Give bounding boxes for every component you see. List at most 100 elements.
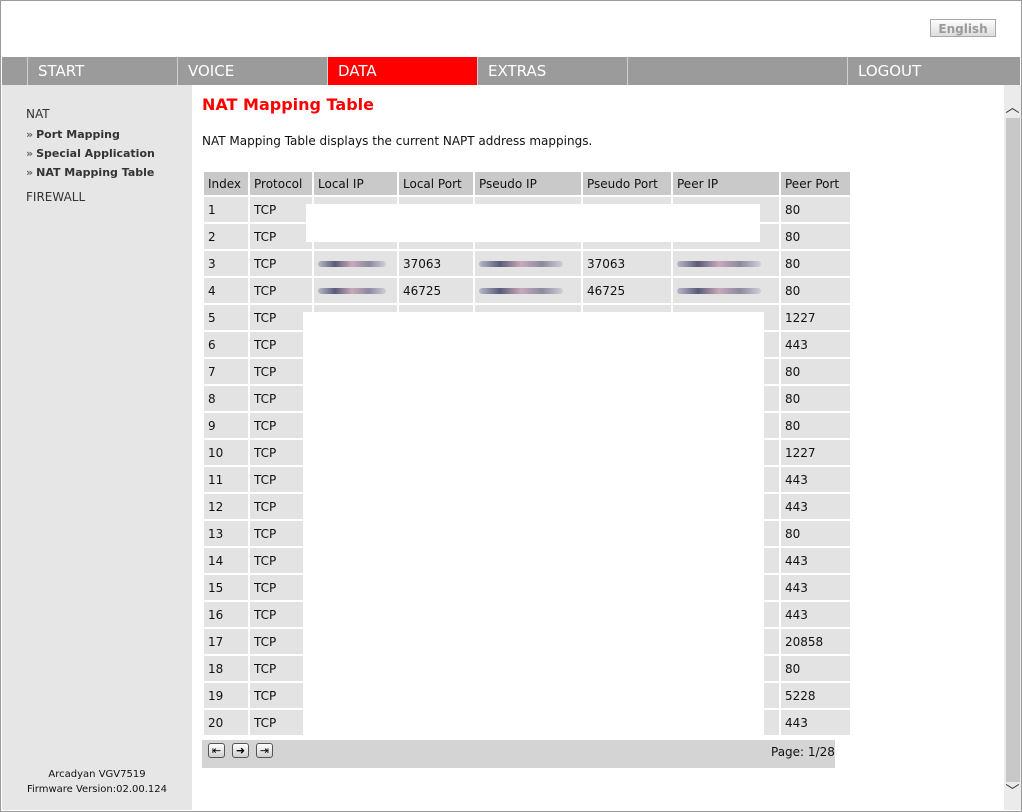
peer-port-cell: 80 [781,359,850,384]
index-cell: 11 [204,467,248,492]
index-cell: 16 [204,602,248,627]
tab-data[interactable]: DATA [327,57,477,85]
peer-ip-cell [673,251,779,276]
index-cell: 6 [204,332,248,357]
blurred-ip [479,288,563,294]
peer-port-cell: 80 [781,278,850,303]
tab-start[interactable]: START [27,57,177,85]
pseudo-port-cell: 46725 [583,278,671,303]
first-page-icon[interactable]: ⇤ [208,743,225,758]
blurred-ip [677,288,761,294]
blurred-ip [318,261,386,267]
table-header-row: Index Protocol Local IP Local Port Pseud… [204,172,850,195]
peer-port-cell: 80 [781,251,850,276]
index-cell: 7 [204,359,248,384]
scroll-down-icon[interactable]: ﹀ [1004,781,1021,800]
index-cell: 9 [204,413,248,438]
index-cell: 3 [204,251,248,276]
column-header-pseudo-ip: Pseudo IP [475,172,581,195]
protocol-cell: TCP [250,197,312,222]
sidebar-item-special-application[interactable]: » Special Application [26,147,155,160]
column-header-peer-port: Peer Port [781,172,850,195]
chevron-right-icon: » [26,147,34,160]
index-cell: 18 [204,656,248,681]
last-page-icon[interactable]: ⇥ [256,743,273,758]
tab-logout[interactable]: LOGOUT [847,57,997,85]
next-page-icon[interactable]: ➜ [232,743,249,758]
sidebar-item-port-mapping[interactable]: » Port Mapping [26,128,120,141]
peer-port-cell: 20858 [781,629,850,654]
sidebar-section-firewall[interactable]: FIREWALL [26,190,85,204]
scrollbar-thumb[interactable] [1006,118,1020,782]
column-header-index: Index [204,172,248,195]
sidebar-item-label: Special Application [36,147,155,160]
page-indicator: Page: 1/28 [771,745,835,759]
column-header-local-port: Local Port [399,172,473,195]
redaction-overlay [306,204,760,242]
index-cell: 14 [204,548,248,573]
sidebar-item-nat-mapping-table[interactable]: » NAT Mapping Table [26,166,154,179]
firmware-version: Firmware Version:02.00.124 [26,784,168,795]
index-cell: 13 [204,521,248,546]
peer-port-cell: 80 [781,224,850,249]
column-header-peer-ip: Peer IP [673,172,779,195]
peer-port-cell: 80 [781,521,850,546]
column-header-pseudo-port: Pseudo Port [583,172,671,195]
redaction-overlay [303,312,764,744]
sidebar: NAT » Port Mapping » Special Application »… [2,85,192,810]
sidebar-section-nat[interactable]: NAT [26,107,50,121]
protocol-cell: TCP [250,251,312,276]
peer-port-cell: 443 [781,332,850,357]
peer-port-cell: 1227 [781,305,850,330]
index-cell: 15 [204,575,248,600]
peer-port-cell: 80 [781,386,850,411]
index-cell: 20 [204,710,248,735]
chevron-right-icon: » [26,128,34,141]
peer-port-cell: 443 [781,548,850,573]
table-row: 3 TCP 37063 37063 80 [204,251,850,276]
local-ip-cell [314,278,397,303]
local-ip-cell [314,251,397,276]
protocol-cell: TCP [250,278,312,303]
index-cell: 5 [204,305,248,330]
blurred-ip [479,261,563,267]
sidebar-item-label: Port Mapping [36,128,120,141]
blurred-ip [677,261,761,267]
peer-port-cell: 80 [781,656,850,681]
tab-extras[interactable]: EXTRAS [477,57,627,85]
tab-empty [627,57,847,85]
index-cell: 4 [204,278,248,303]
tab-voice[interactable]: VOICE [177,57,327,85]
index-cell: 12 [204,494,248,519]
peer-port-cell: 80 [781,413,850,438]
scroll-up-icon[interactable]: ︿ [1004,97,1021,116]
local-port-cell: 46725 [399,278,473,303]
index-cell: 10 [204,440,248,465]
table-row: 4 TCP 46725 46725 80 [204,278,850,303]
peer-port-cell: 80 [781,197,850,222]
pagination-bar: ⇤ ➜ ⇥ Page: 1/28 [202,740,835,768]
index-cell: 2 [204,224,248,249]
index-cell: 19 [204,683,248,708]
index-cell: 17 [204,629,248,654]
peer-port-cell: 1227 [781,440,850,465]
sidebar-item-label: NAT Mapping Table [36,166,155,179]
column-header-local-ip: Local IP [314,172,397,195]
peer-ip-cell [673,278,779,303]
page-title: NAT Mapping Table [202,95,374,114]
pseudo-ip-cell [475,278,581,303]
index-cell: 8 [204,386,248,411]
device-model: Arcadyan VGV7519 [48,769,146,780]
top-nav: START VOICE DATA EXTRAS LOGOUT [2,57,1020,85]
peer-port-cell: 443 [781,602,850,627]
pseudo-ip-cell [475,251,581,276]
index-cell: 1 [204,197,248,222]
peer-port-cell: 5228 [781,683,850,708]
local-port-cell: 37063 [399,251,473,276]
language-button[interactable]: English [930,19,996,37]
peer-port-cell: 443 [781,494,850,519]
peer-port-cell: 443 [781,467,850,492]
column-header-protocol: Protocol [250,172,312,195]
pseudo-port-cell: 37063 [583,251,671,276]
page-description: NAT Mapping Table displays the current N… [202,134,593,148]
